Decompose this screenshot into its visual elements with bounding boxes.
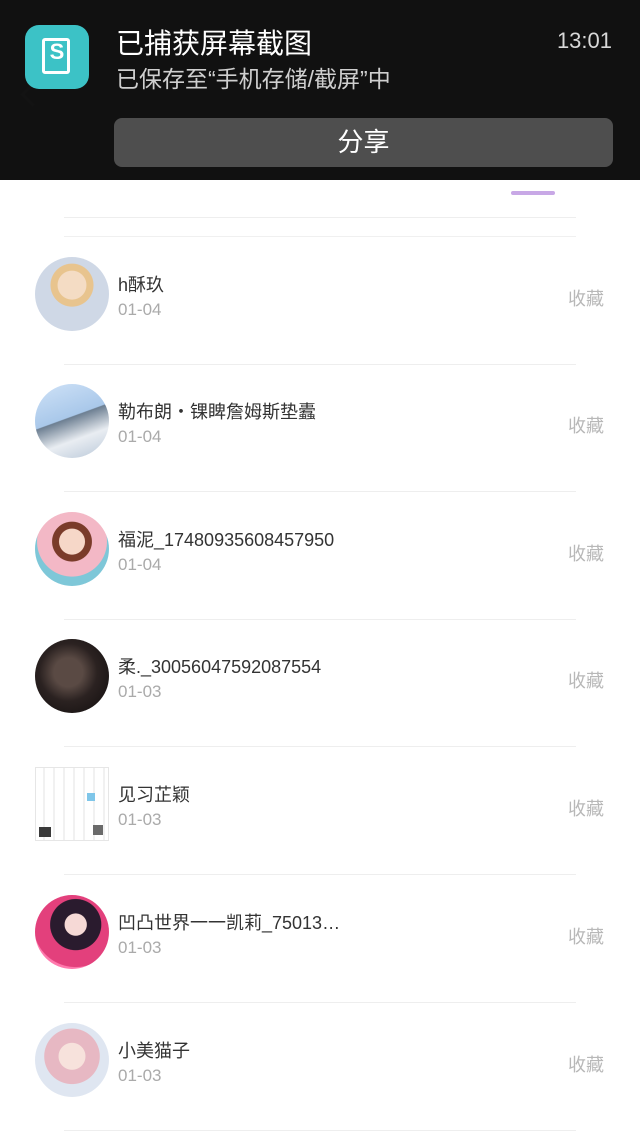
favorite-button[interactable]: 收藏 [568,923,604,949]
favorite-button[interactable]: 收藏 [568,412,604,438]
divider [64,491,576,492]
item-name: 柔._30056047592087554 [118,657,322,677]
divider [64,1130,576,1131]
item-name: h酥玖 [118,275,165,295]
item-name: 勒布朗・锞睥詹姆斯垫蠹 [118,402,316,422]
favorite-button[interactable]: 收藏 [568,285,604,311]
item-date: 01-03 [118,682,162,701]
divider [64,746,576,747]
screenshot-notification[interactable]: S 已捕获屏幕截图 13:01 已保存至“手机存储/截屏”中 分享 [0,0,640,180]
item-name: 凹凸世界一一凯莉_75013… [118,913,341,933]
notification-title: 已捕获屏幕截图 [116,28,313,59]
item-date: 01-04 [118,300,162,319]
favorite-button[interactable]: 收藏 [568,540,604,566]
divider [64,236,576,237]
list-item[interactable]: 小美猫子 01-03 收藏 [0,1004,640,1131]
item-date: 01-03 [118,1066,162,1085]
item-name: 小美猫子 [118,1041,190,1061]
list-item[interactable]: 福泥_17480935608457950 01-04 收藏 [0,493,640,620]
item-name: 见习芷颖 [118,785,190,805]
screenshot-icon: S [25,25,89,89]
divider [64,1002,576,1003]
active-tab-indicator [511,191,555,195]
avatar[interactable] [35,512,109,586]
item-name: 福泥_17480935608457950 [118,530,335,550]
avatar[interactable] [35,384,109,458]
list-item[interactable]: 柔._30056047592087554 01-03 收藏 [0,620,640,747]
favorite-button[interactable]: 收藏 [568,795,604,821]
avatar[interactable] [35,895,109,969]
list-item[interactable]: 凹凸世界一一凯莉_75013… 01-03 收藏 [0,876,640,1003]
divider [64,217,576,218]
notification-body: 已保存至“手机存储/截屏”中 [116,66,391,92]
item-date: 01-03 [118,810,162,829]
avatar[interactable] [35,1023,109,1097]
avatar[interactable] [35,257,109,331]
item-date: 01-04 [118,555,162,574]
favorite-button[interactable]: 收藏 [568,1051,604,1077]
list-item[interactable]: 勒布朗・锞睥詹姆斯垫蠹 01-04 收藏 [0,365,640,492]
notification-time: 13:01 [556,28,612,53]
avatar[interactable] [35,767,109,841]
list-item[interactable]: 见习芷颖 01-03 收藏 [0,748,640,875]
item-date: 01-04 [118,427,162,446]
avatar[interactable] [35,639,109,713]
share-button[interactable]: 分享 [114,118,613,167]
item-date: 01-03 [118,938,162,957]
divider [64,874,576,875]
favorite-button[interactable]: 收藏 [568,667,604,693]
list-item[interactable]: h酥玖 01-04 收藏 [0,238,640,365]
